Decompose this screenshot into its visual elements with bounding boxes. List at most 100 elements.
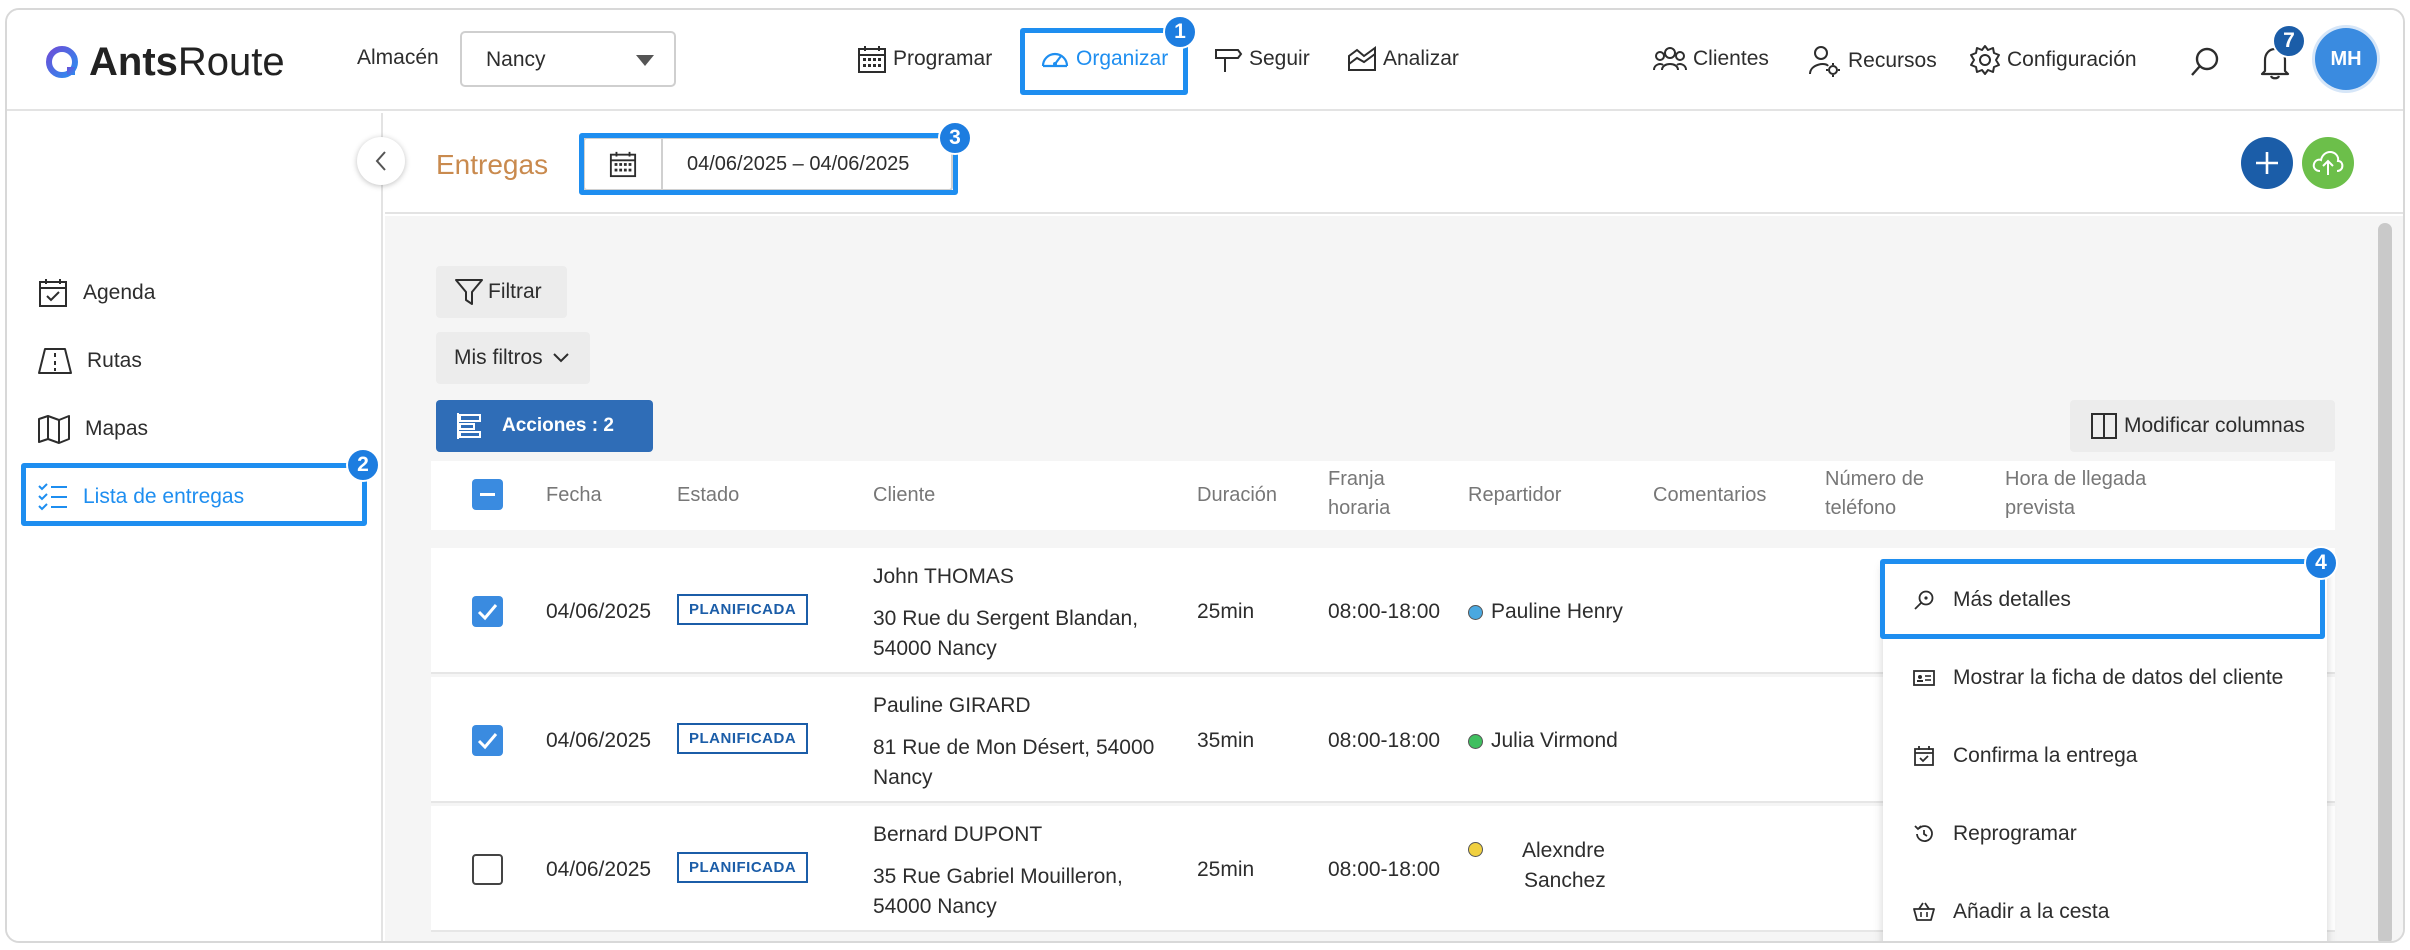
menu-item-confirma-entrega[interactable]: Confirma la entrega: [1913, 744, 2137, 768]
client-address-line2: 54000 Nancy: [873, 895, 997, 918]
column-header-cliente[interactable]: Cliente: [873, 481, 935, 510]
history-icon: [1914, 825, 1933, 842]
check-icon: [477, 733, 498, 750]
calendar-check-icon: [1914, 746, 1934, 766]
table-header: Fecha Estado Cliente Duración Franja hor…: [431, 461, 2335, 530]
client-address-line2: 54000 Nancy: [873, 637, 997, 660]
menu-item-label: Añadir a la cesta: [1953, 900, 2110, 923]
column-header-numero-de-telefono[interactable]: Número de teléfono: [1825, 465, 1924, 523]
callout-badge-2: 2: [346, 448, 380, 482]
notification-count-badge: 7: [2272, 24, 2306, 58]
import-button[interactable]: [2302, 137, 2354, 189]
column-header-duracion[interactable]: Duración: [1197, 481, 1277, 510]
select-all-checkbox[interactable]: [472, 479, 503, 510]
map-icon: [38, 415, 70, 444]
nav-recursos-label: Recursos: [1848, 49, 1937, 72]
id-card-icon: [1913, 670, 1935, 686]
menu-item-label: Reprogramar: [1953, 822, 2077, 845]
modify-columns-button[interactable]: Modificar columnas: [2070, 400, 2335, 452]
user-avatar[interactable]: MH: [2315, 28, 2377, 90]
top-navigation-bar: Ants Route Almacén Nancy Programar Organi…: [7, 10, 2403, 111]
gear-icon: [1970, 45, 2000, 75]
nav-programar[interactable]: Programar: [857, 44, 992, 74]
nav-seguir-label: Seguir: [1249, 47, 1310, 70]
nav-configuracion[interactable]: Configuración: [1969, 44, 2137, 76]
callout-badge-3: 3: [938, 121, 972, 155]
cell-date: 04/06/2025: [546, 858, 652, 881]
signpost-icon: [1215, 49, 1243, 72]
driver-color-dot: [1468, 842, 1483, 857]
warehouse-label: Almacén: [357, 46, 439, 69]
road-icon: [38, 348, 72, 374]
sidebar-item-label: Rutas: [87, 349, 142, 372]
basket-icon: [1913, 902, 1935, 921]
status-badge: PLANIFICADA: [677, 852, 809, 883]
column-header-line: Número de: [1825, 468, 1924, 490]
menu-item-reprogramar[interactable]: Reprogramar: [1913, 822, 2077, 846]
sidebar-item-agenda[interactable]: Agenda: [37, 277, 155, 309]
nav-clientes-label: Clientes: [1693, 47, 1769, 70]
callout-badge-4: 4: [2304, 546, 2338, 580]
chevron-left-icon: [375, 151, 386, 171]
nav-analizar[interactable]: Analizar: [1347, 44, 1459, 74]
row-checkbox-unchecked[interactable]: [472, 854, 503, 885]
actions-menu-icon: [457, 413, 481, 439]
chart-area-icon: [1348, 46, 1376, 71]
add-delivery-button[interactable]: [2241, 137, 2293, 189]
caret-down-icon: [636, 55, 654, 66]
cloud-upload-icon: [2312, 150, 2344, 175]
warehouse-select[interactable]: Nancy: [460, 31, 676, 87]
cell-duration: 25min: [1197, 600, 1255, 623]
column-header-estado[interactable]: Estado: [677, 481, 739, 510]
cell-time-slot: 08:00-18:00: [1328, 600, 1441, 623]
column-header-comentarios[interactable]: Comentarios: [1653, 481, 1766, 510]
column-header-franja-horaria[interactable]: Franja horaria: [1328, 465, 1390, 523]
search-icon[interactable]: [2189, 46, 2221, 78]
actions-button[interactable]: Acciones : 2: [436, 400, 653, 452]
vertical-scrollbar[interactable]: [2378, 223, 2392, 941]
antsroute-logo[interactable]: Ants Route: [43, 40, 285, 85]
sidebar-item-label: Mapas: [85, 417, 149, 440]
users-group-icon: [1653, 47, 1687, 71]
column-header-line: horaria: [1328, 497, 1391, 519]
menu-item-label: Mostrar la ficha de datos del cliente: [1953, 666, 2284, 689]
my-filters-dropdown[interactable]: Mis filtros: [436, 332, 590, 384]
user-settings-icon: [1809, 46, 1840, 77]
columns-icon: [2091, 413, 2117, 439]
client-name: John THOMAS: [873, 565, 1014, 588]
client-name: Pauline GIRARD: [873, 694, 1031, 717]
column-header-repartidor[interactable]: Repartidor: [1468, 481, 1561, 510]
callout-highlight-4: [1880, 559, 2325, 639]
chevron-down-icon: [552, 353, 569, 363]
cell-date: 04/06/2025: [546, 729, 652, 752]
row-checkbox-checked[interactable]: [472, 596, 503, 627]
client-address-line1: 81 Rue de Mon Désert, 54000: [873, 736, 1155, 759]
nav-clientes[interactable]: Clientes: [1653, 44, 1769, 74]
filter-button-label: Filtrar: [488, 280, 542, 303]
nav-recursos[interactable]: Recursos: [1808, 44, 1937, 78]
menu-item-anadir-cesta[interactable]: Añadir a la cesta: [1913, 900, 2109, 924]
column-header-line: Hora de llegada: [2005, 468, 2147, 490]
client-address-line1: 30 Rue du Sergent Blandan,: [873, 607, 1139, 630]
column-header-fecha[interactable]: Fecha: [546, 481, 602, 510]
callout-badge-1: 1: [1163, 15, 1197, 49]
collapse-sidebar-button[interactable]: [357, 137, 405, 185]
row-checkbox-checked[interactable]: [472, 725, 503, 756]
column-header-hora-de-llegada-prevista[interactable]: Hora de llegada prevista: [2005, 465, 2146, 523]
cell-date: 04/06/2025: [546, 600, 652, 623]
modify-columns-label: Modificar columnas: [2124, 414, 2305, 437]
nav-analizar-label: Analizar: [1383, 47, 1459, 70]
nav-seguir[interactable]: Seguir: [1213, 44, 1310, 74]
sidebar-item-rutas[interactable]: Rutas: [37, 345, 142, 377]
driver-name-line2: Sanchez: [1524, 869, 1606, 892]
column-header-line: teléfono: [1825, 497, 1897, 519]
menu-item-ficha-cliente[interactable]: Mostrar la ficha de datos del cliente: [1913, 666, 2283, 690]
filter-button[interactable]: Filtrar: [436, 266, 567, 318]
warehouse-select-value: Nancy: [486, 48, 546, 71]
plus-icon: [2256, 152, 2278, 174]
driver-name: Julia Virmond: [1491, 729, 1618, 752]
driver-color-dot: [1468, 604, 1483, 620]
cell-duration: 25min: [1197, 858, 1255, 881]
client-address-line2: Nancy: [873, 766, 933, 789]
sidebar-item-mapas[interactable]: Mapas: [37, 413, 148, 445]
